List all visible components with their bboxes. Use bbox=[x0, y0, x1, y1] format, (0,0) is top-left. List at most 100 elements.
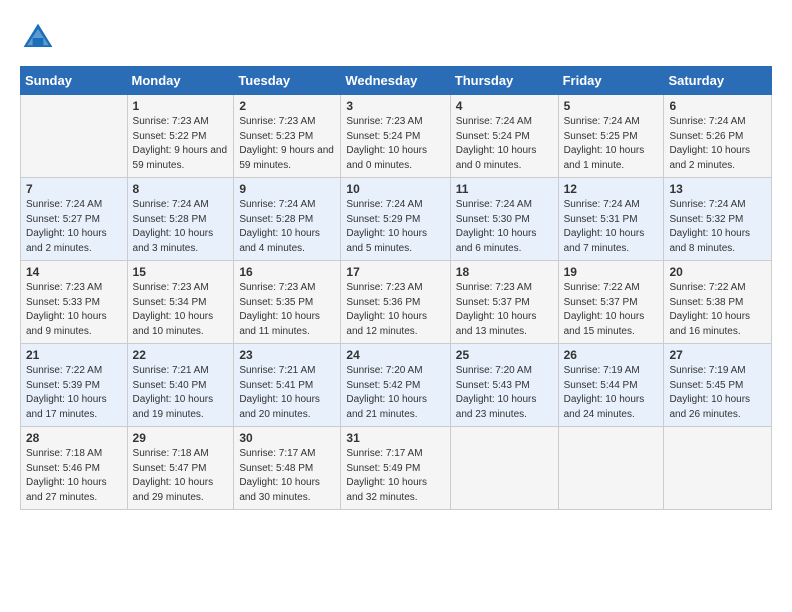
day-number: 26 bbox=[564, 348, 659, 362]
calendar-cell: 26Sunrise: 7:19 AMSunset: 5:44 PMDayligh… bbox=[558, 344, 664, 427]
calendar-cell: 13 Sunrise: 7:24 AMSunset: 5:32 PMDayligh… bbox=[664, 178, 772, 261]
calendar-cell: 23 Sunrise: 7:21 AMSunset: 5:41 PMDayligh… bbox=[234, 344, 341, 427]
calendar-cell bbox=[558, 427, 664, 510]
calendar-cell: 3 Sunrise: 7:23 AMSunset: 5:24 PMDaylight… bbox=[341, 95, 450, 178]
day-number: 29 bbox=[133, 431, 229, 445]
day-number: 14 bbox=[26, 265, 122, 279]
day-info: Sunrise: 7:23 AMSunset: 5:37 PMDaylight:… bbox=[456, 281, 553, 339]
calendar-cell: 28Sunrise: 7:18 AMSunset: 5:46 PMDayligh… bbox=[21, 427, 128, 510]
calendar-cell: 6 Sunrise: 7:24 AMSunset: 5:26 PMDaylight… bbox=[664, 95, 772, 178]
day-number: 16 bbox=[239, 265, 335, 279]
calendar-cell: 18Sunrise: 7:23 AMSunset: 5:37 PMDayligh… bbox=[450, 261, 558, 344]
day-number: 7 bbox=[26, 182, 122, 196]
day-info: Sunrise: 7:23 AMSunset: 5:23 PMDaylight:… bbox=[239, 115, 335, 173]
day-number: 5 bbox=[564, 99, 659, 113]
day-number: 6 bbox=[669, 99, 766, 113]
day-number: 21 bbox=[26, 348, 122, 362]
day-number: 12 bbox=[564, 182, 659, 196]
day-number: 3 bbox=[346, 99, 444, 113]
page-header bbox=[20, 20, 772, 56]
day-info: Sunrise: 7:23 AMSunset: 5:34 PMDaylight:… bbox=[133, 281, 229, 339]
calendar-cell: 10Sunrise: 7:24 AMSunset: 5:29 PMDayligh… bbox=[341, 178, 450, 261]
day-info: Sunrise: 7:24 AMSunset: 5:27 PMDaylight:… bbox=[26, 198, 122, 256]
calendar-cell: 14 Sunrise: 7:23 AMSunset: 5:33 PMDayligh… bbox=[21, 261, 128, 344]
logo-icon bbox=[20, 20, 56, 56]
calendar-cell: 12 Sunrise: 7:24 AMSunset: 5:31 PMDayligh… bbox=[558, 178, 664, 261]
day-info: Sunrise: 7:24 AMSunset: 5:29 PMDaylight:… bbox=[346, 198, 444, 256]
day-info: Sunrise: 7:23 AMSunset: 5:36 PMDaylight:… bbox=[346, 281, 444, 339]
calendar-cell: 9 Sunrise: 7:24 AMSunset: 5:28 PMDaylight… bbox=[234, 178, 341, 261]
calendar-week-row: 28Sunrise: 7:18 AMSunset: 5:46 PMDayligh… bbox=[21, 427, 772, 510]
header-day-monday: Monday bbox=[127, 67, 234, 95]
calendar-cell: 27Sunrise: 7:19 AMSunset: 5:45 PMDayligh… bbox=[664, 344, 772, 427]
day-info: Sunrise: 7:24 AMSunset: 5:25 PMDaylight:… bbox=[564, 115, 659, 173]
day-info: Sunrise: 7:24 AMSunset: 5:24 PMDaylight:… bbox=[456, 115, 553, 173]
calendar-cell: 1 Sunrise: 7:23 AMSunset: 5:22 PMDaylight… bbox=[127, 95, 234, 178]
day-info: Sunrise: 7:22 AMSunset: 5:38 PMDaylight:… bbox=[669, 281, 766, 339]
day-info: Sunrise: 7:23 AMSunset: 5:24 PMDaylight:… bbox=[346, 115, 444, 173]
calendar-cell: 5 Sunrise: 7:24 AMSunset: 5:25 PMDaylight… bbox=[558, 95, 664, 178]
day-number: 13 bbox=[669, 182, 766, 196]
calendar-cell: 8 Sunrise: 7:24 AMSunset: 5:28 PMDaylight… bbox=[127, 178, 234, 261]
calendar-week-row: 1 Sunrise: 7:23 AMSunset: 5:22 PMDaylight… bbox=[21, 95, 772, 178]
calendar-cell: 21 Sunrise: 7:22 AMSunset: 5:39 PMDayligh… bbox=[21, 344, 128, 427]
day-number: 19 bbox=[564, 265, 659, 279]
day-info: Sunrise: 7:20 AMSunset: 5:42 PMDaylight:… bbox=[346, 364, 444, 422]
calendar-cell bbox=[21, 95, 128, 178]
calendar-cell: 31Sunrise: 7:17 AMSunset: 5:49 PMDayligh… bbox=[341, 427, 450, 510]
calendar-cell: 16 Sunrise: 7:23 AMSunset: 5:35 PMDayligh… bbox=[234, 261, 341, 344]
day-info: Sunrise: 7:22 AMSunset: 5:37 PMDaylight:… bbox=[564, 281, 659, 339]
day-info: Sunrise: 7:23 AMSunset: 5:33 PMDaylight:… bbox=[26, 281, 122, 339]
day-info: Sunrise: 7:18 AMSunset: 5:47 PMDaylight:… bbox=[133, 447, 229, 505]
calendar-cell: 20Sunrise: 7:22 AMSunset: 5:38 PMDayligh… bbox=[664, 261, 772, 344]
day-number: 9 bbox=[239, 182, 335, 196]
calendar-cell bbox=[664, 427, 772, 510]
header-day-wednesday: Wednesday bbox=[341, 67, 450, 95]
calendar-cell: 11Sunrise: 7:24 AMSunset: 5:30 PMDayligh… bbox=[450, 178, 558, 261]
day-info: Sunrise: 7:23 AMSunset: 5:22 PMDaylight:… bbox=[133, 115, 229, 173]
day-number: 25 bbox=[456, 348, 553, 362]
day-number: 4 bbox=[456, 99, 553, 113]
day-info: Sunrise: 7:24 AMSunset: 5:32 PMDaylight:… bbox=[669, 198, 766, 256]
day-info: Sunrise: 7:22 AMSunset: 5:39 PMDaylight:… bbox=[26, 364, 122, 422]
day-info: Sunrise: 7:23 AMSunset: 5:35 PMDaylight:… bbox=[239, 281, 335, 339]
day-number: 31 bbox=[346, 431, 444, 445]
calendar-cell: 29 Sunrise: 7:18 AMSunset: 5:47 PMDayligh… bbox=[127, 427, 234, 510]
day-info: Sunrise: 7:17 AMSunset: 5:48 PMDaylight:… bbox=[239, 447, 335, 505]
header-day-tuesday: Tuesday bbox=[234, 67, 341, 95]
day-number: 2 bbox=[239, 99, 335, 113]
calendar-cell bbox=[450, 427, 558, 510]
calendar-cell: 15 Sunrise: 7:23 AMSunset: 5:34 PMDayligh… bbox=[127, 261, 234, 344]
day-info: Sunrise: 7:24 AMSunset: 5:28 PMDaylight:… bbox=[239, 198, 335, 256]
day-number: 8 bbox=[133, 182, 229, 196]
calendar-cell: 30 Sunrise: 7:17 AMSunset: 5:48 PMDayligh… bbox=[234, 427, 341, 510]
day-number: 23 bbox=[239, 348, 335, 362]
calendar-cell: 2 Sunrise: 7:23 AMSunset: 5:23 PMDaylight… bbox=[234, 95, 341, 178]
day-info: Sunrise: 7:24 AMSunset: 5:31 PMDaylight:… bbox=[564, 198, 659, 256]
header-day-sunday: Sunday bbox=[21, 67, 128, 95]
day-info: Sunrise: 7:24 AMSunset: 5:26 PMDaylight:… bbox=[669, 115, 766, 173]
calendar-cell: 24Sunrise: 7:20 AMSunset: 5:42 PMDayligh… bbox=[341, 344, 450, 427]
calendar-cell: 19 Sunrise: 7:22 AMSunset: 5:37 PMDayligh… bbox=[558, 261, 664, 344]
day-info: Sunrise: 7:24 AMSunset: 5:28 PMDaylight:… bbox=[133, 198, 229, 256]
calendar-cell: 17 Sunrise: 7:23 AMSunset: 5:36 PMDayligh… bbox=[341, 261, 450, 344]
day-number: 30 bbox=[239, 431, 335, 445]
calendar-cell: 4 Sunrise: 7:24 AMSunset: 5:24 PMDaylight… bbox=[450, 95, 558, 178]
logo bbox=[20, 20, 60, 56]
calendar-cell: 7 Sunrise: 7:24 AMSunset: 5:27 PMDaylight… bbox=[21, 178, 128, 261]
calendar-cell: 22Sunrise: 7:21 AMSunset: 5:40 PMDayligh… bbox=[127, 344, 234, 427]
day-number: 28 bbox=[26, 431, 122, 445]
day-info: Sunrise: 7:24 AMSunset: 5:30 PMDaylight:… bbox=[456, 198, 553, 256]
header-day-friday: Friday bbox=[558, 67, 664, 95]
day-number: 15 bbox=[133, 265, 229, 279]
day-info: Sunrise: 7:21 AMSunset: 5:41 PMDaylight:… bbox=[239, 364, 335, 422]
calendar-header-row: SundayMondayTuesdayWednesdayThursdayFrid… bbox=[21, 67, 772, 95]
calendar-week-row: 21 Sunrise: 7:22 AMSunset: 5:39 PMDayligh… bbox=[21, 344, 772, 427]
day-info: Sunrise: 7:21 AMSunset: 5:40 PMDaylight:… bbox=[133, 364, 229, 422]
calendar-table: SundayMondayTuesdayWednesdayThursdayFrid… bbox=[20, 66, 772, 510]
day-number: 17 bbox=[346, 265, 444, 279]
header-day-saturday: Saturday bbox=[664, 67, 772, 95]
day-number: 27 bbox=[669, 348, 766, 362]
day-number: 1 bbox=[133, 99, 229, 113]
header-day-thursday: Thursday bbox=[450, 67, 558, 95]
